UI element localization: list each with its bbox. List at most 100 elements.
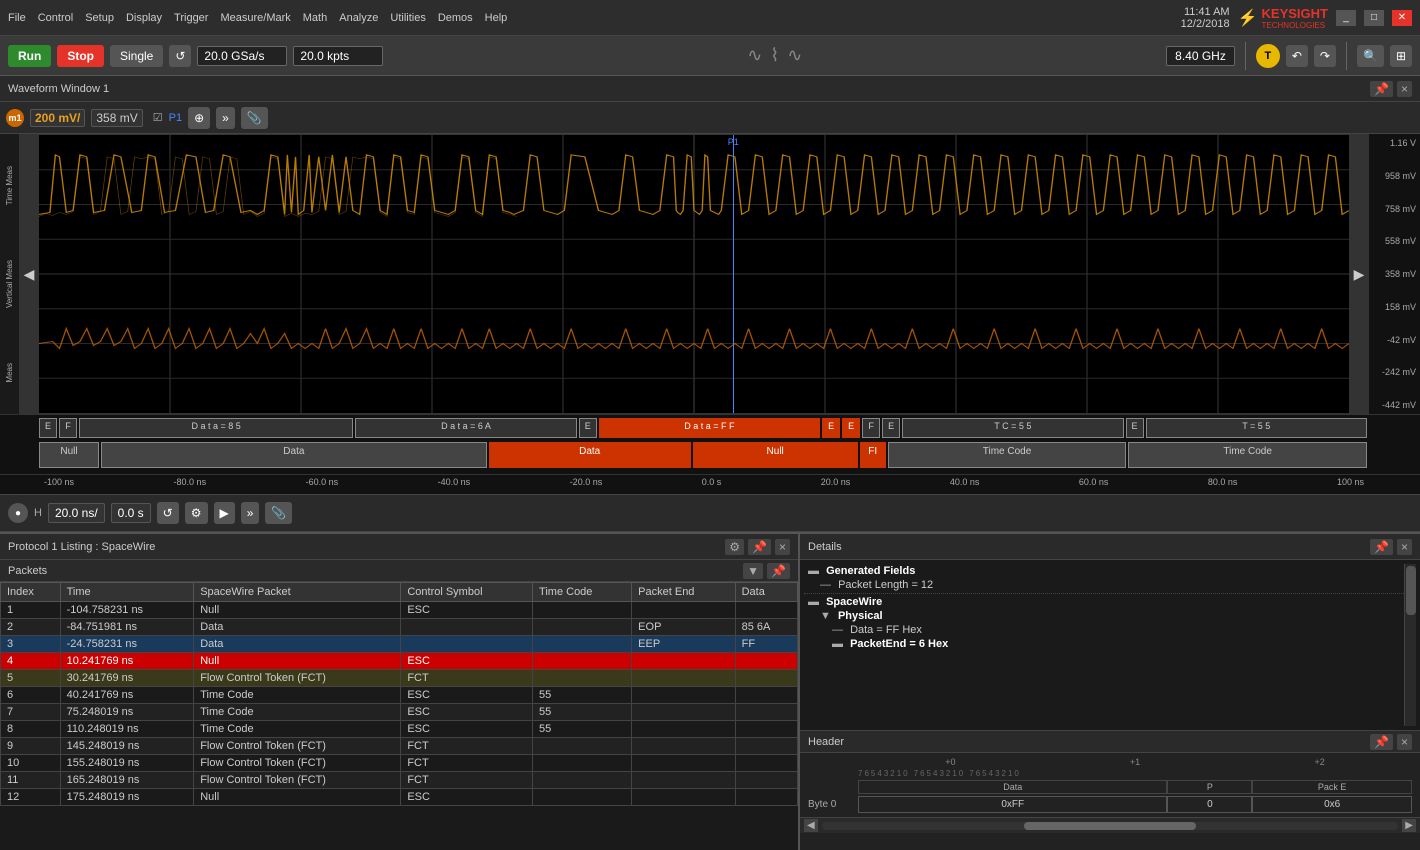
table-row[interactable]: 2-84.751981 nsDataEOP85 6A: [1, 619, 798, 636]
trigger-button[interactable]: T: [1256, 44, 1280, 68]
h-settings-button[interactable]: ⚙: [185, 502, 208, 524]
scroll-thumb[interactable]: [1024, 822, 1197, 830]
measure-button[interactable]: ⊞: [1390, 45, 1412, 67]
v-label-3: 558 mV: [1371, 236, 1418, 246]
h-play-button[interactable]: ▶: [214, 502, 235, 524]
meas-label[interactable]: Meas: [5, 363, 14, 383]
table-row[interactable]: 9145.248019 nsFlow Control Token (FCT)FC…: [1, 738, 798, 755]
add-marker-button[interactable]: ⊕: [188, 107, 210, 129]
tree-spacewire[interactable]: ▬ SpaceWire: [804, 595, 1404, 609]
scroll-left-button[interactable]: ◀: [804, 819, 818, 832]
details-scrollbar[interactable]: [1404, 564, 1416, 726]
table-row[interactable]: 8110.248019 nsTime CodeESC55: [1, 721, 798, 738]
minimize-button[interactable]: _: [1336, 10, 1356, 26]
table-row[interactable]: 1-104.758231 nsNullESC: [1, 602, 798, 619]
table-row[interactable]: 10155.248019 nsFlow Control Token (FCT)F…: [1, 755, 798, 772]
frequency-display[interactable]: 8.40 GHz: [1166, 46, 1235, 66]
redo-button[interactable]: ↷: [1314, 45, 1336, 67]
checkbox-icon[interactable]: ☑: [153, 111, 163, 124]
decode-row2: Null Data Data Null FI Time Code Time Co…: [38, 441, 1368, 469]
menu-item-file[interactable]: File: [8, 12, 26, 24]
seg-e6: E: [1126, 418, 1144, 438]
table-row[interactable]: 775.248019 nsTime CodeESC55: [1, 704, 798, 721]
maximize-button[interactable]: □: [1364, 10, 1384, 26]
header-pin-button[interactable]: 📌: [1370, 734, 1393, 750]
menu-item-help[interactable]: Help: [485, 12, 508, 24]
scroll-right-button[interactable]: ▶: [1402, 819, 1416, 832]
menu-item-analyze[interactable]: Analyze: [339, 12, 378, 24]
packets-filter-button[interactable]: ▼: [743, 563, 763, 579]
details-close-button[interactable]: ×: [1397, 539, 1412, 555]
single-button[interactable]: Single: [110, 45, 163, 67]
tree-packetend-value[interactable]: ▬ PacketEnd = 6 Hex: [804, 637, 1404, 651]
table-row[interactable]: 410.241769 nsNullESC: [1, 653, 798, 670]
run-button[interactable]: Run: [8, 45, 51, 67]
h-clip-button[interactable]: 📎: [265, 502, 292, 524]
packets-pin2-button[interactable]: 📌: [767, 563, 790, 579]
header-close-button[interactable]: ×: [1397, 734, 1412, 750]
table-row[interactable]: 530.241769 nsFlow Control Token (FCT)FCT: [1, 670, 798, 687]
h-scale-value[interactable]: 20.0 ns/: [48, 503, 105, 523]
menu-item-control[interactable]: Control: [38, 12, 73, 24]
col-packet[interactable]: SpaceWire Packet: [194, 583, 401, 602]
close-button[interactable]: ✕: [1392, 10, 1412, 26]
channel-offset[interactable]: 358 mV: [91, 109, 142, 127]
waveform-plot[interactable]: P1: [38, 134, 1350, 414]
col-control[interactable]: Control Symbol: [401, 583, 533, 602]
col-time[interactable]: Time: [60, 583, 194, 602]
menu-item-measure-mark[interactable]: Measure/Mark: [220, 12, 290, 24]
seg-data85: D a t a = 8 5: [79, 418, 353, 438]
zoom-button[interactable]: 🔍: [1357, 45, 1384, 67]
menu-item-math[interactable]: Math: [303, 12, 327, 24]
menu-item-setup[interactable]: Setup: [85, 12, 114, 24]
undo-button[interactable]: ↶: [1286, 45, 1308, 67]
p1-cursor[interactable]: [733, 135, 734, 413]
details-pin-button[interactable]: 📌: [1370, 539, 1393, 555]
bottom-scrollbar[interactable]: ◀ ▶: [800, 817, 1420, 833]
channel-scale[interactable]: 200 mV/: [30, 109, 85, 127]
tree-generated-fields[interactable]: ▬ Generated Fields: [804, 564, 1404, 578]
h-refresh-button[interactable]: ↺: [157, 502, 179, 524]
time-meas-label[interactable]: Time Meas: [5, 166, 14, 205]
col-timecode[interactable]: Time Code: [533, 583, 632, 602]
nav-left-button[interactable]: ◀: [20, 134, 38, 414]
tree-data-value: — Data = FF Hex: [804, 623, 1404, 637]
channel-indicator: m1: [6, 109, 24, 127]
vertical-meas-label[interactable]: Vertical Meas: [5, 260, 14, 308]
protocol-close-button[interactable]: ×: [775, 539, 790, 555]
waveform-pin-button[interactable]: 📌: [1370, 81, 1393, 97]
protocol-pin-button[interactable]: 📌: [748, 539, 771, 555]
bit-plus1: +1: [1043, 757, 1228, 767]
memory-field[interactable]: 20.0 kpts: [293, 46, 383, 66]
nav-right-button[interactable]: ▶: [1350, 134, 1368, 414]
table-header-row: Index Time SpaceWire Packet Control Symb…: [1, 583, 798, 602]
table-row[interactable]: 11165.248019 nsFlow Control Token (FCT)F…: [1, 772, 798, 789]
menu-item-trigger[interactable]: Trigger: [174, 12, 208, 24]
menu-item-demos[interactable]: Demos: [438, 12, 473, 24]
col-packetend[interactable]: Packet End: [632, 583, 735, 602]
table-row[interactable]: 12175.248019 nsNullESC: [1, 789, 798, 806]
menu-item-display[interactable]: Display: [126, 12, 162, 24]
menu-item-utilities[interactable]: Utilities: [390, 12, 425, 24]
table-row[interactable]: 3-24.758231 nsDataEEPFF: [1, 636, 798, 653]
seg-tc2: Time Code: [1128, 442, 1367, 468]
clip-button[interactable]: 📎: [241, 107, 268, 129]
table-row[interactable]: 640.241769 nsTime CodeESC55: [1, 687, 798, 704]
marker-options-button[interactable]: »: [216, 107, 235, 129]
title-bar: File Control Setup Display Trigger Measure/Ma…: [0, 0, 1420, 36]
col-index[interactable]: Index: [1, 583, 61, 602]
tree-physical[interactable]: ▼ Physical: [804, 609, 1404, 623]
scroll-track[interactable]: [822, 822, 1399, 830]
col-data[interactable]: Data: [735, 583, 797, 602]
channel-bar: m1 200 mV/ 358 mV ☑ P1 ⊕ » 📎: [0, 102, 1420, 134]
details-scroll-thumb[interactable]: [1406, 566, 1416, 615]
h-offset-value[interactable]: 0.0 s: [111, 503, 151, 523]
h-skip-button[interactable]: »: [241, 502, 260, 524]
stop-button[interactable]: Stop: [57, 45, 104, 67]
auto-setup-button[interactable]: ↺: [169, 45, 191, 67]
h-menu-button[interactable]: ●: [8, 503, 28, 523]
sample-rate-field[interactable]: 20.0 GSa/s: [197, 46, 287, 66]
waveform-close-button[interactable]: ×: [1397, 81, 1412, 97]
protocol-settings-button[interactable]: ⚙: [725, 539, 744, 555]
packets-table-container[interactable]: Index Time SpaceWire Packet Control Symb…: [0, 582, 798, 850]
